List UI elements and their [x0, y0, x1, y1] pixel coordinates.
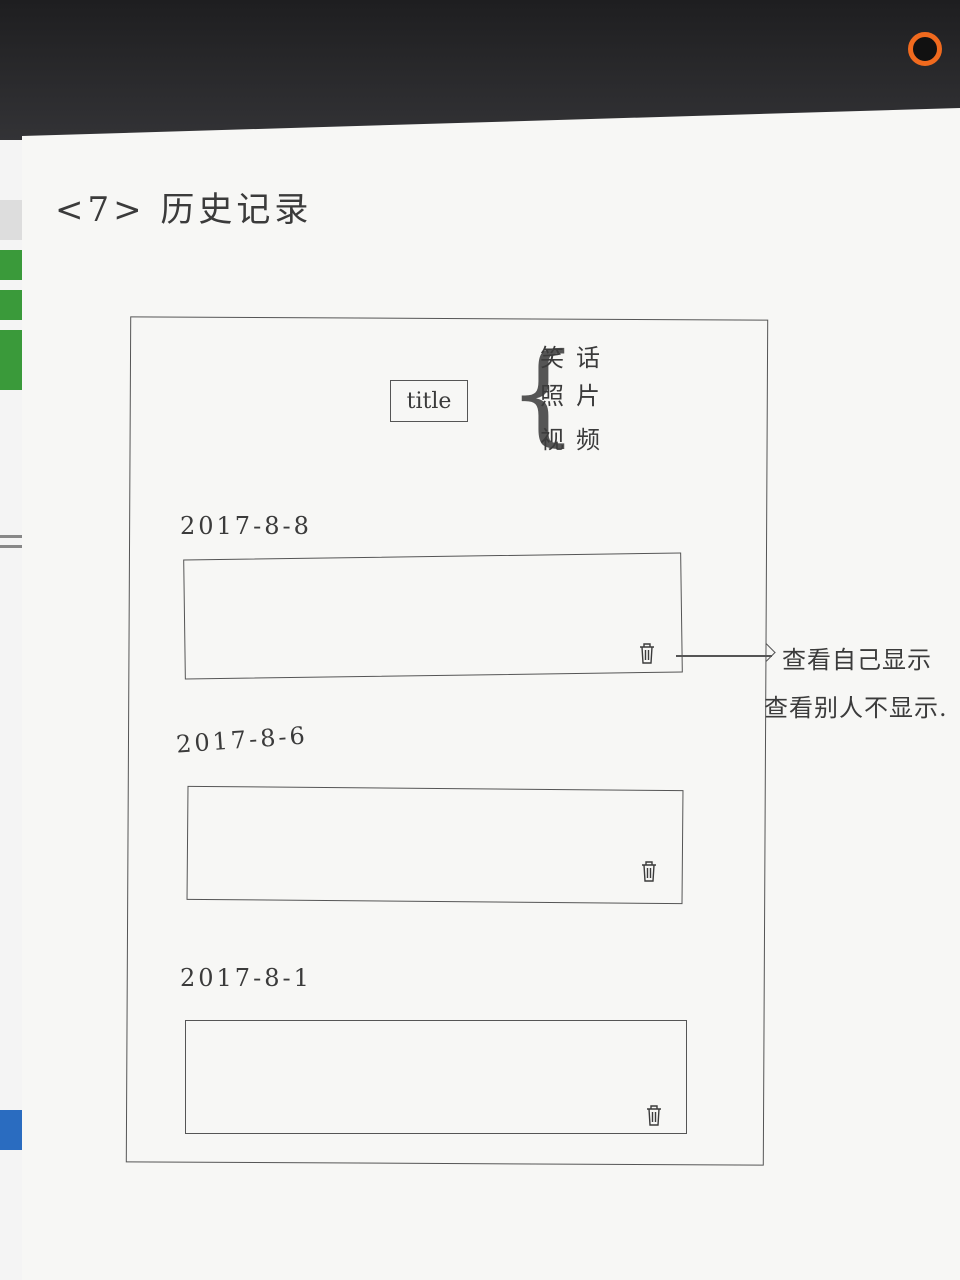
record-card[interactable]: [185, 1020, 687, 1134]
screen-fragment: [0, 250, 22, 280]
screen-fragment: [0, 330, 22, 390]
annotation-arrow: [676, 655, 772, 657]
record-card[interactable]: [183, 552, 683, 680]
screen-fragment: [0, 545, 22, 548]
screen-fragment: [0, 1110, 22, 1150]
filter-option-photos[interactable]: 照片: [540, 376, 612, 411]
screen-fragment: [0, 535, 22, 538]
title-box-label: title: [406, 388, 452, 414]
page-heading: <7> 历史记录: [55, 190, 313, 230]
filter-option-jokes[interactable]: 笑话: [540, 338, 612, 373]
annotation-line-own: 查看自己显示: [782, 646, 932, 674]
screen-fragment: [0, 200, 22, 240]
trash-icon[interactable]: [640, 860, 658, 882]
title-box[interactable]: title: [390, 380, 468, 422]
record-date: 2017-8-8: [180, 512, 312, 540]
background-screen-strip: [0, 140, 23, 1280]
record-date: 2017-8-1: [180, 964, 312, 992]
screen-fragment: [0, 290, 22, 320]
filter-option-videos[interactable]: 视频: [540, 420, 612, 455]
trash-icon[interactable]: [645, 1104, 663, 1126]
annotation-line-others: 查看别人不显示.: [764, 694, 948, 722]
camera-icon: [908, 32, 942, 66]
record-card[interactable]: [186, 785, 684, 905]
trash-icon[interactable]: [638, 642, 656, 664]
